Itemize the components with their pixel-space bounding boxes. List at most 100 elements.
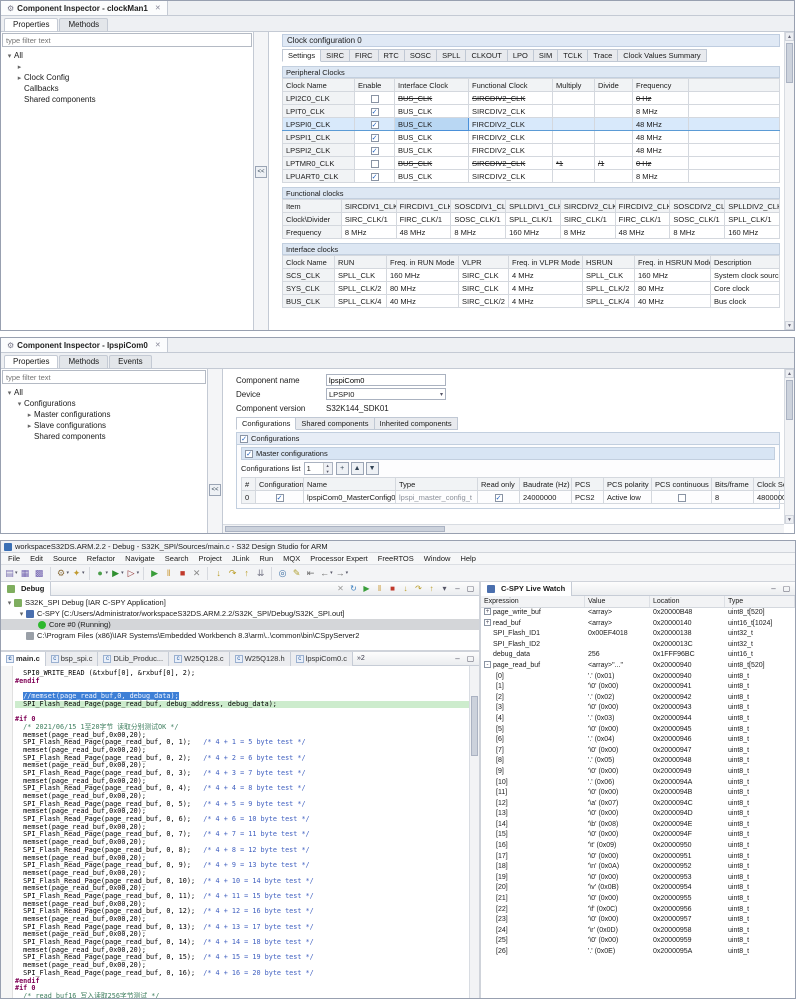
debug-tree-item[interactable]: ▾ C-SPY [C:/Users/Administrator/workspace… (1, 608, 479, 619)
move-down-button[interactable]: ▼ (365, 462, 379, 475)
scrollbar-thumb[interactable] (471, 696, 478, 756)
minimize-icon[interactable]: – (452, 583, 463, 594)
cell[interactable]: Frequency (282, 225, 342, 239)
cell[interactable]: 8 MHz (632, 104, 689, 118)
remove-terminated-icon[interactable]: ✕ (335, 583, 346, 594)
watch-row[interactable]: SPI_Flash_ID2 0x2000013C uint32_t (481, 640, 795, 651)
column-header[interactable]: Type (395, 477, 478, 491)
unchecked-checkbox[interactable] (677, 493, 686, 502)
title-bar[interactable]: workspaceS32DS.ARM.2.2 - Debug - S32K_SP… (1, 541, 795, 553)
table-row[interactable]: LPUART0_CLK ✓ BUS_CLK SIRCDIV2_CLK 8 MHz (282, 169, 780, 183)
clock-config-tab[interactable]: LPO (507, 49, 534, 62)
watch-expression-cell[interactable]: SPI_Flash_ID1 (481, 629, 585, 640)
filter-input[interactable] (2, 33, 252, 47)
menu-window[interactable]: Window (419, 554, 456, 563)
checked-checkbox[interactable]: ✓ (370, 172, 379, 181)
watch-expression-cell[interactable]: debug_data (481, 650, 585, 661)
chevron-down-icon[interactable]: ▾ (82, 570, 85, 576)
menu-processor-expert[interactable]: Processor Expert (305, 554, 373, 563)
watch-row[interactable]: [15] '\0' (0x00) 0x2000094F uint8_t (481, 830, 795, 841)
collapse-panel-button[interactable]: << (255, 166, 267, 179)
horizontal-scrollbar[interactable] (223, 524, 784, 533)
column-header[interactable]: Type (725, 596, 795, 607)
cell[interactable]: SPLL_CLK (334, 268, 387, 282)
chevron-down-icon[interactable]: ▾ (67, 570, 70, 576)
column-header[interactable]: SOSCDIV2_CLK (669, 199, 726, 213)
cell[interactable]: SCS_CLK (282, 268, 335, 282)
cell[interactable] (594, 130, 633, 144)
window-tab-lpspicom0[interactable]: ⚙ Component Inspector - lpspiCom0 ✕ (1, 338, 168, 352)
watch-row[interactable]: [5] '\0' (0x00) 0x20000945 uint8_t (481, 725, 795, 736)
configurations-tab[interactable]: Shared components (296, 417, 375, 430)
column-header[interactable]: Baudrate (Hz) (519, 477, 572, 491)
cell[interactable] (552, 130, 595, 144)
collapse-icon[interactable]: - (484, 660, 491, 668)
clock-config-tab[interactable]: SIM (533, 49, 559, 62)
stepper-down-icon[interactable]: ▼ (323, 468, 332, 474)
cell[interactable]: BUS_CLK (394, 143, 469, 157)
filter-input[interactable] (2, 370, 206, 384)
maximize-icon[interactable]: ▢ (465, 653, 476, 664)
watch-expression-cell[interactable]: [16] (481, 841, 585, 852)
cell[interactable]: SIRC_CLK/1 (559, 212, 616, 226)
view-tab-methods[interactable]: Methods (59, 355, 109, 368)
step-return-icon[interactable]: ↑ (426, 583, 437, 594)
watch-row[interactable]: - page_read_buf <array>"..." 0x20000940 uint… (481, 660, 795, 672)
cell[interactable]: 160 MHz (634, 268, 711, 282)
collapse-icon[interactable]: ▾ (5, 599, 14, 607)
watch-row[interactable]: [18] '\n' (0x0A) 0x20000952 uint8_t (481, 862, 795, 873)
watch-row[interactable]: [0] '.' (0x01) 0x20000940 uint8_t (481, 672, 795, 683)
checked-checkbox[interactable]: ✓ (370, 146, 379, 155)
watch-expression-cell[interactable]: [10] (481, 778, 585, 789)
step-over-icon[interactable]: ↷ (226, 567, 239, 580)
step-into-icon[interactable]: ↓ (212, 567, 225, 580)
cell[interactable]: SPLL_CLK (582, 268, 635, 282)
watch-expression-cell[interactable]: [1] (481, 682, 585, 693)
cell[interactable]: LPI2C0_CLK (282, 91, 355, 105)
table-row[interactable]: LPIT0_CLK ✓ BUS_CLK SIRCDIV2_CLK 8 MHz (282, 104, 780, 118)
table-row[interactable]: BUS_CLK SPLL_CLK/4 40 MHz SIRC_CLK/2 4 MHz SP… (282, 294, 780, 308)
column-header[interactable]: PCS continuous (651, 477, 712, 491)
configurations-tab[interactable]: Configurations (236, 417, 297, 430)
column-header[interactable]: Freq. in RUN Mode (386, 255, 459, 269)
cell[interactable]: Clock\Divider (282, 212, 342, 226)
table-row[interactable]: Frequency 8 MHz 48 MHz 8 MHz 160 MHz 8 MHz 48 … (282, 225, 780, 239)
cell[interactable]: ✓ (354, 104, 395, 118)
watch-expression-cell[interactable]: [20] (481, 883, 585, 894)
cell[interactable] (552, 117, 595, 131)
cell[interactable]: /1 (594, 156, 633, 170)
chevron-down-icon[interactable]: ▾ (137, 570, 140, 576)
cell[interactable]: SIRC_CLK (458, 281, 509, 295)
menu-run[interactable]: Run (254, 554, 278, 563)
watch-expression-cell[interactable]: [3] (481, 703, 585, 714)
cell[interactable]: LPSPI0_CLK (282, 117, 355, 131)
step-return-icon[interactable]: ↑ (240, 567, 253, 580)
save-all-icon[interactable]: ▩ (33, 567, 46, 580)
menu-edit[interactable]: Edit (25, 554, 48, 563)
cell[interactable]: ✓ (354, 169, 395, 183)
menu-freertos[interactable]: FreeRTOS (373, 554, 419, 563)
expand-icon[interactable]: + (484, 618, 491, 626)
column-header[interactable]: SIRCDIV2_CLK (559, 199, 616, 213)
checked-checkbox[interactable]: ✓ (370, 133, 379, 142)
cell[interactable]: SIRCDIV2_CLK (468, 104, 553, 118)
table-row[interactable]: LPTMR0_CLK BUS_CLK SIRCDIV2_CLK *1/1 0 Hz (282, 156, 780, 170)
cell[interactable]: 8 MHz (559, 225, 616, 239)
suspend-icon[interactable]: ‖ (162, 567, 175, 580)
cell[interactable]: Core clock (710, 281, 780, 295)
column-header[interactable]: Functional Clock (468, 78, 553, 92)
clock-tree-item[interactable]: ▸ (1, 61, 253, 72)
editor-scrollbar[interactable] (469, 666, 479, 998)
cell[interactable]: 48 MHz (632, 117, 689, 131)
checked-checkbox[interactable]: ✓ (370, 107, 379, 116)
menu-search[interactable]: Search (160, 554, 194, 563)
minimize-icon[interactable]: – (768, 583, 779, 594)
cell[interactable]: FIRCDIV2_CLK (468, 117, 553, 131)
suspend-icon[interactable]: ‖ (374, 583, 385, 594)
watch-row[interactable]: [25] '\0' (0x00) 0x20000959 uint8_t (481, 936, 795, 947)
save-icon[interactable]: ▦ (19, 567, 32, 580)
cell[interactable]: BUS_CLK (394, 91, 469, 105)
debug-tree-item[interactable]: C:\Program Files (x86)\IAR Systems\Embed… (1, 630, 479, 641)
cell[interactable] (552, 104, 595, 118)
window-tab-clockman1[interactable]: ⚙ Component Inspector - clockMan1 ✕ (1, 1, 168, 15)
